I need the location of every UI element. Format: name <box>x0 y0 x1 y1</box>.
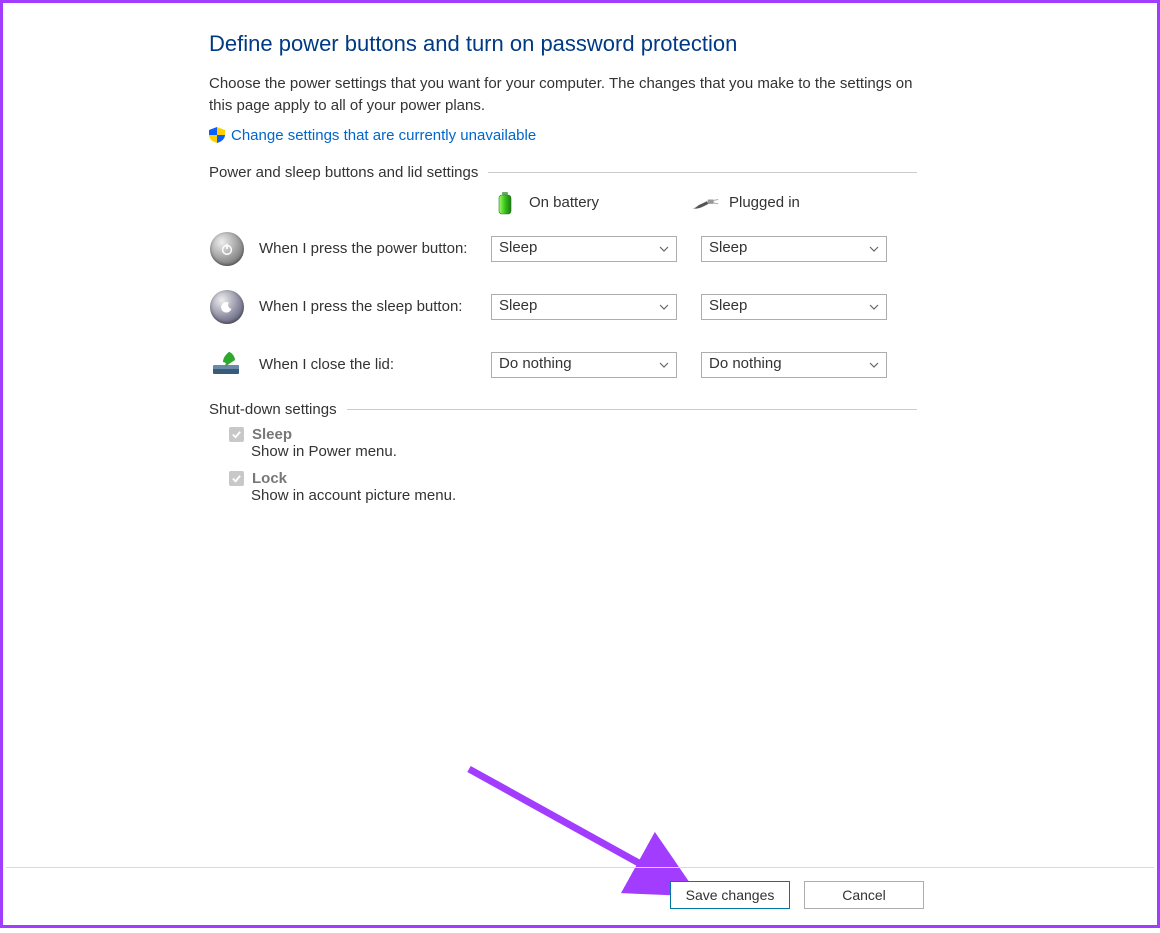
change-settings-link[interactable]: Change settings that are currently unava… <box>231 127 536 144</box>
column-label-battery: On battery <box>529 194 599 211</box>
chevron-down-icon <box>868 359 880 371</box>
row-close-lid: When I close the lid: Do nothing Do noth… <box>209 347 917 383</box>
change-settings-link-row[interactable]: Change settings that are currently unava… <box>209 127 917 144</box>
section-header-shutdown: Shut-down settings <box>209 401 917 418</box>
chevron-down-icon <box>658 301 670 313</box>
save-button[interactable]: Save changes <box>670 881 790 909</box>
plug-icon <box>691 189 719 217</box>
battery-icon <box>491 189 519 217</box>
select-value: Sleep <box>709 239 747 256</box>
footer-bar: Save changes Cancel <box>6 867 1154 922</box>
row-sleep-button: When I press the sleep button: Sleep Sle… <box>209 289 917 325</box>
label-power-button: When I press the power button: <box>259 240 491 257</box>
select-sleep-battery[interactable]: Sleep <box>491 294 677 320</box>
page-title: Define power buttons and turn on passwor… <box>209 31 917 57</box>
chevron-down-icon <box>868 243 880 255</box>
page-description: Choose the power settings that you want … <box>209 73 917 117</box>
select-value: Sleep <box>499 239 537 256</box>
checkbox-sleep[interactable] <box>229 427 244 442</box>
select-lid-plugged[interactable]: Do nothing <box>701 352 887 378</box>
checkbox-lock[interactable] <box>229 471 244 486</box>
sleep-button-icon <box>209 289 245 325</box>
column-label-plugged: Plugged in <box>729 194 800 211</box>
select-power-plugged[interactable]: Sleep <box>701 236 887 262</box>
chevron-down-icon <box>658 359 670 371</box>
column-on-battery: On battery <box>491 189 691 217</box>
shutdown-item-lock: Lock Show in account picture menu. <box>229 470 917 504</box>
select-value: Do nothing <box>709 355 782 372</box>
shield-icon <box>209 127 225 143</box>
column-plugged-in: Plugged in <box>691 189 901 217</box>
label-sleep-button: When I press the sleep button: <box>259 298 491 315</box>
chevron-down-icon <box>868 301 880 313</box>
chevron-down-icon <box>658 243 670 255</box>
cancel-button[interactable]: Cancel <box>804 881 924 909</box>
checkbox-sub-lock: Show in account picture menu. <box>251 487 917 504</box>
select-sleep-plugged[interactable]: Sleep <box>701 294 887 320</box>
select-value: Sleep <box>499 297 537 314</box>
section-header-power-sleep: Power and sleep buttons and lid settings <box>209 164 917 181</box>
select-value: Do nothing <box>499 355 572 372</box>
shutdown-item-sleep: Sleep Show in Power menu. <box>229 426 917 460</box>
checkbox-sub-sleep: Show in Power menu. <box>251 443 917 460</box>
checkbox-label-sleep: Sleep <box>252 426 292 443</box>
checkbox-label-lock: Lock <box>252 470 287 487</box>
lid-icon <box>209 347 245 383</box>
select-value: Sleep <box>709 297 747 314</box>
section-title-power-sleep: Power and sleep buttons and lid settings <box>209 164 478 181</box>
select-power-battery[interactable]: Sleep <box>491 236 677 262</box>
power-button-icon <box>209 231 245 267</box>
label-close-lid: When I close the lid: <box>259 356 491 373</box>
row-power-button: When I press the power button: Sleep Sle… <box>209 231 917 267</box>
section-title-shutdown: Shut-down settings <box>209 401 337 418</box>
cancel-button-label: Cancel <box>842 887 886 903</box>
save-button-label: Save changes <box>686 887 775 903</box>
select-lid-battery[interactable]: Do nothing <box>491 352 677 378</box>
